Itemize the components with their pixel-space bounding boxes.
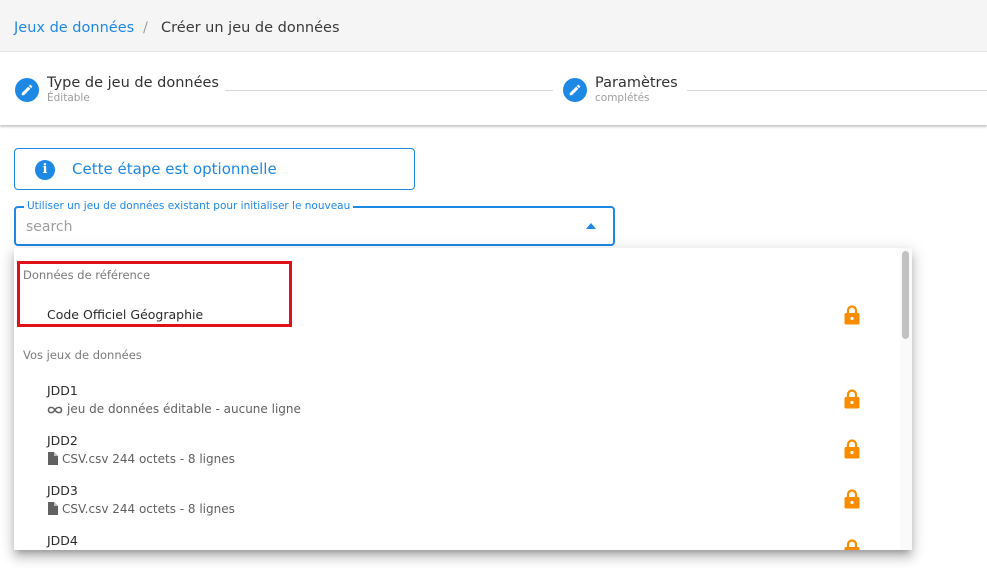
step-connector bbox=[225, 90, 553, 91]
optional-step-alert: i Cette étape est optionnelle bbox=[14, 148, 415, 190]
alert-text: Cette étape est optionnelle bbox=[72, 160, 277, 178]
list-item-subtitle-text: CSV.csv 244 octets - 8 lignes bbox=[62, 452, 235, 466]
caret-up-icon[interactable] bbox=[586, 223, 596, 229]
lock-icon bbox=[844, 439, 860, 459]
list-item-title: JDD3 bbox=[47, 483, 78, 498]
step-type-title[interactable]: Type de jeu de données bbox=[47, 75, 219, 92]
lock-icon bbox=[844, 305, 860, 325]
list-item-title: Code Officiel Géographie bbox=[47, 307, 204, 322]
lock-icon bbox=[844, 539, 860, 550]
file-icon bbox=[48, 452, 58, 465]
lock-icon bbox=[844, 389, 860, 409]
reference-data-header: Données de référence bbox=[23, 268, 151, 282]
pencil-icon[interactable] bbox=[563, 78, 587, 102]
list-item-code-officiel-geographie[interactable]: Code Officiel Géographie bbox=[14, 290, 898, 338]
step-connector bbox=[687, 90, 987, 91]
dropdown-scrollbar[interactable] bbox=[900, 248, 912, 550]
list-item-subtitle-text: CSV.csv 244 octets - 8 lignes bbox=[62, 502, 235, 516]
file-icon bbox=[48, 502, 58, 515]
info-icon: i bbox=[35, 160, 55, 180]
breadcrumb-separator: / bbox=[143, 20, 148, 36]
init-dataset-select[interactable]: Utiliser un jeu de données existant pour… bbox=[14, 200, 615, 246]
list-item[interactable]: JDD1 jeu de données éditable - aucune li… bbox=[14, 375, 898, 423]
list-item[interactable]: JDD2 CSV.csv 244 octets - 8 lignes bbox=[14, 425, 898, 473]
breadcrumb: Jeux de données / Créer un jeu de donnée… bbox=[0, 0, 987, 52]
list-item[interactable]: JDD4 bbox=[14, 525, 898, 550]
list-item-title: JDD4 bbox=[47, 533, 78, 548]
step-type-subtitle: Éditable bbox=[47, 92, 90, 104]
breadcrumb-link-datasets[interactable]: Jeux de données bbox=[14, 19, 134, 37]
list-item-subtitle: CSV.csv 244 octets - 8 lignes bbox=[47, 502, 235, 516]
stepper: Type de jeu de données Éditable Paramètr… bbox=[0, 52, 987, 125]
scrollbar-thumb[interactable] bbox=[902, 251, 909, 339]
infinity-icon bbox=[47, 406, 63, 414]
list-item-subtitle: jeu de données éditable - aucune ligne bbox=[47, 402, 301, 416]
list-item[interactable]: JDD3 CSV.csv 244 octets - 8 lignes bbox=[14, 475, 898, 523]
breadcrumb-current: Créer un jeu de données bbox=[161, 20, 340, 36]
step-params-subtitle: complétés bbox=[595, 92, 650, 104]
dataset-dropdown-menu: Données de référence Code Officiel Géogr… bbox=[14, 248, 912, 550]
list-item-subtitle: CSV.csv 244 octets - 8 lignes bbox=[47, 452, 235, 466]
step-params-title[interactable]: Paramètres bbox=[595, 75, 678, 92]
select-label: Utiliser un jeu de données existant pour… bbox=[24, 200, 354, 212]
pencil-icon[interactable] bbox=[15, 78, 39, 102]
lock-icon bbox=[844, 489, 860, 509]
list-item-title: JDD1 bbox=[47, 383, 78, 398]
search-input[interactable] bbox=[26, 217, 566, 237]
list-item-subtitle-text: jeu de données éditable - aucune ligne bbox=[67, 402, 301, 416]
list-item-title: JDD2 bbox=[47, 433, 78, 448]
my-datasets-header: Vos jeux de données bbox=[23, 348, 142, 362]
